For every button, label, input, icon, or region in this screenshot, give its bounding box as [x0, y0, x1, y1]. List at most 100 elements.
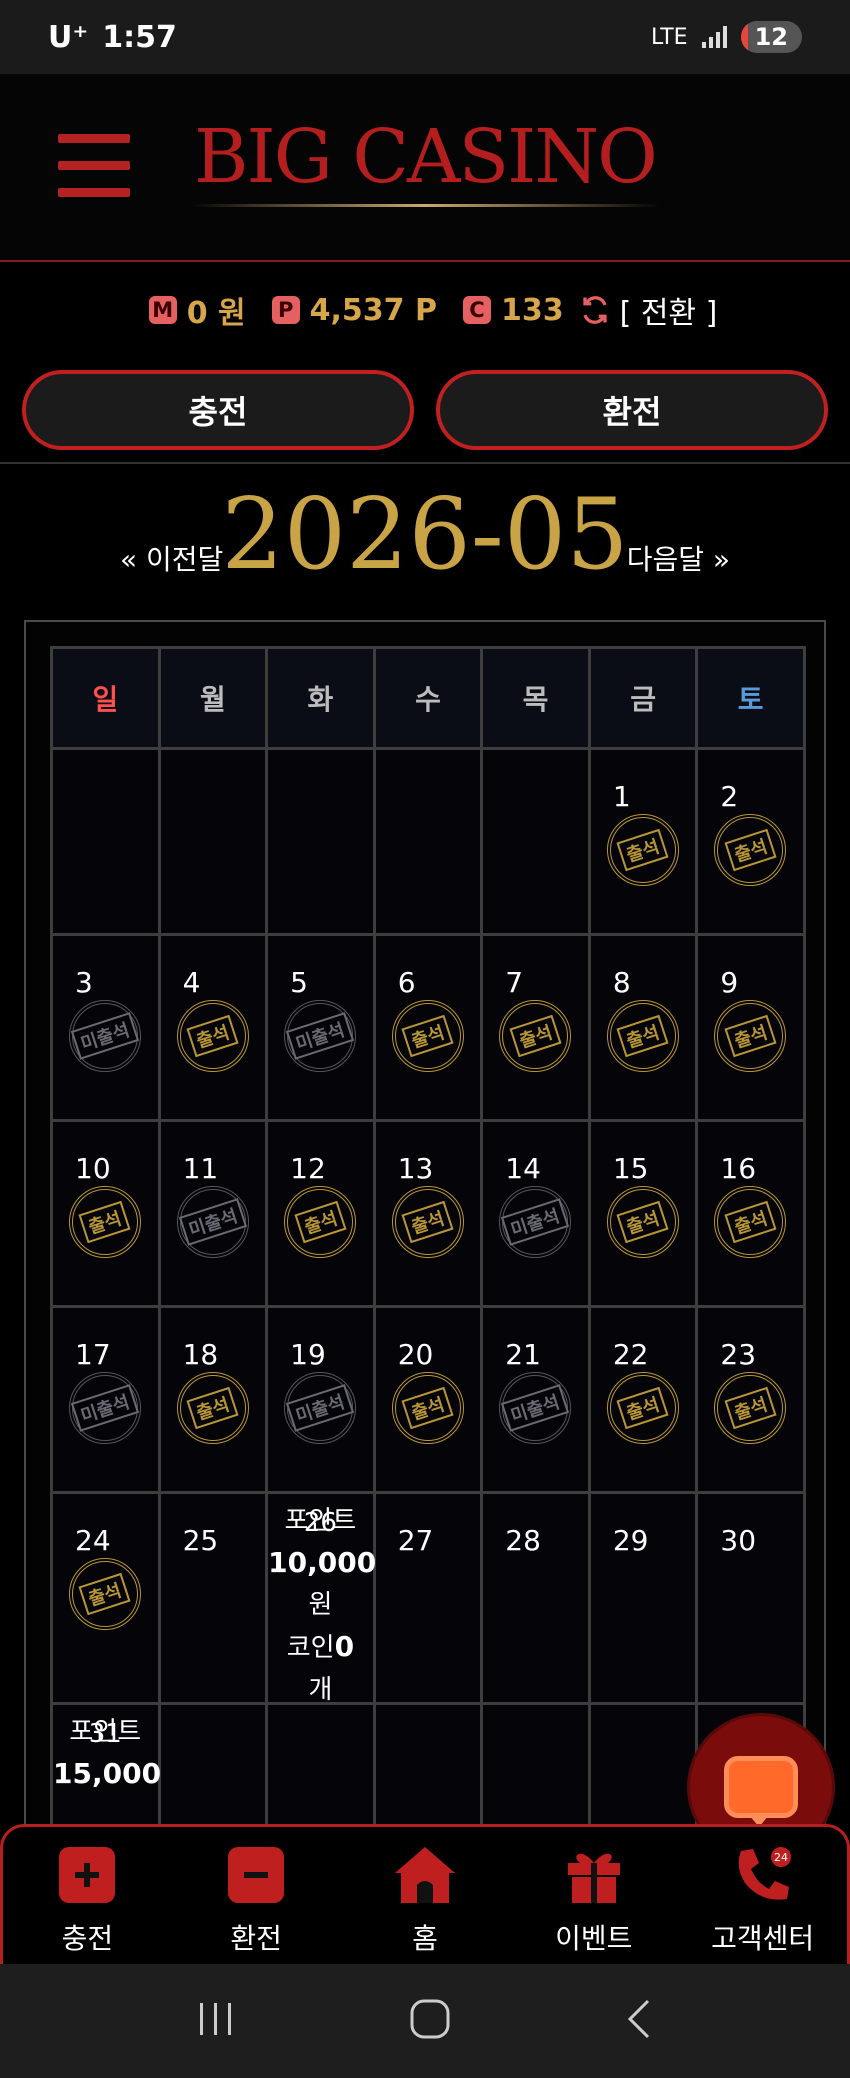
calendar-day-cell: 12 출석	[265, 1119, 376, 1308]
stamp-label: 미출석	[71, 1384, 139, 1432]
attendance-stamp-icon: 출석	[714, 814, 787, 886]
calendar-day-cell: 포인트 15,000 31	[50, 1702, 162, 1838]
stamp-label: 출석	[401, 1386, 454, 1430]
bottom-nav: 충전 환전 홈 이벤트 24 고객센터	[0, 1824, 850, 1964]
day-number: 1	[612, 780, 631, 813]
nav-exchange[interactable]: 환전	[172, 1827, 341, 1964]
status-bar: U⁺ 1:57 LTE 12	[0, 0, 850, 74]
calendar-day-cell: 16 출석	[695, 1119, 806, 1308]
exchange-button[interactable]: 환전	[436, 370, 828, 450]
stamp-label: 출석	[509, 1014, 562, 1058]
charge-button[interactable]: 충전	[22, 370, 414, 450]
day-number: 2	[720, 780, 739, 813]
action-buttons: 충전 환전	[22, 370, 828, 450]
stamp-label: 출석	[186, 1014, 239, 1058]
day-number: 3	[75, 966, 93, 999]
refresh-icon[interactable]	[580, 295, 610, 325]
calendar-week-row: 17 미출석 18 출석 19 미출석 20 출석 21 미출석 22 출석 23 출석	[50, 1305, 806, 1494]
nav-charge[interactable]: 충전	[3, 1827, 172, 1964]
day-number: 22	[612, 1338, 649, 1371]
nav-charge-label: 충전	[61, 1922, 114, 1955]
calendar-day-cell	[587, 1702, 699, 1838]
nav-event[interactable]: 이벤트	[509, 1827, 678, 1964]
nav-home-label: 홈	[412, 1922, 438, 1955]
money-icon: M	[148, 296, 177, 324]
calendar-table: 일 월 화 수 목 금 토 1 출석 2 출석 3 미출석 4 출석 5 미출석 6 출석 7 출석 8 출석…	[50, 646, 806, 1838]
stamp-label: 출석	[401, 1200, 454, 1244]
stamp-label: 출석	[724, 1014, 777, 1058]
coin-amount: 0	[334, 1630, 355, 1663]
stamp-label: 미출석	[286, 1012, 355, 1060]
calendar-day-cell: 18 출석	[157, 1305, 269, 1494]
day-number: 4	[182, 966, 201, 999]
day-number: 16	[720, 1152, 757, 1185]
weekday-sat: 토	[695, 646, 806, 750]
back-icon[interactable]	[624, 1998, 654, 2044]
day-number: 15	[612, 1152, 649, 1185]
reward-amount: 15,000	[53, 1757, 162, 1790]
gift-icon	[567, 1853, 620, 1903]
day-number: 14	[505, 1152, 541, 1185]
site-logo[interactable]: BIG CASINO	[190, 112, 660, 202]
calendar-day-cell: 13 출석	[372, 1119, 484, 1308]
attendance-stamp-icon: 출석	[714, 1186, 787, 1258]
nav-event-label: 이벤트	[555, 1922, 633, 1955]
minus-square-icon	[228, 1847, 285, 1903]
day-number: 18	[182, 1338, 219, 1371]
stamp-label: 출석	[724, 1386, 777, 1430]
weekday-fri: 금	[587, 646, 699, 750]
absent-stamp-icon: 미출석	[69, 1372, 141, 1444]
calendar-day-cell	[372, 747, 484, 936]
attendance-calendar: 일 월 화 수 목 금 토 1 출석 2 출석 3 미출석 4 출석 5 미출석 6 출석 7 출석 8 출석…	[24, 620, 826, 1840]
logo-underline	[190, 204, 660, 207]
nav-home[interactable]: 홈	[341, 1827, 510, 1964]
attendance-stamp-icon: 출석	[284, 1186, 357, 1258]
day-number: 25	[182, 1524, 219, 1557]
stamp-label: 출석	[616, 1200, 669, 1244]
nav-support[interactable]: 24 고객센터	[678, 1827, 847, 1964]
status-left: U⁺ 1:57	[48, 20, 177, 55]
app-header: BIG CASINO	[0, 74, 850, 262]
convert-link[interactable]: [ 전환 ]	[620, 288, 718, 332]
home-icon	[394, 1847, 455, 1903]
calendar-week-row: 24 출석 25 포인트 10,000 원 코인0 개 26 27 28 29 30	[50, 1491, 806, 1705]
absent-stamp-icon: 미출석	[499, 1372, 572, 1444]
point-icon: P	[271, 296, 300, 324]
next-month-link[interactable]: 다음달 »	[627, 538, 730, 578]
point-balance: 4,537 P	[309, 292, 437, 328]
day-number: 21	[505, 1338, 541, 1371]
menu-icon[interactable]	[58, 134, 130, 198]
weekday-header-row: 일 월 화 수 목 금 토	[50, 646, 806, 750]
attendance-stamp-icon: 출석	[176, 1372, 249, 1444]
coin-balance: 133	[500, 292, 564, 328]
calendar-day-cell	[157, 1702, 269, 1838]
svg-text:24: 24	[774, 1851, 788, 1864]
home-system-icon[interactable]	[409, 1998, 451, 2044]
network-type: LTE	[651, 24, 688, 50]
system-nav-bar	[0, 1964, 850, 2078]
attendance-stamp-icon: 출석	[176, 1000, 249, 1072]
attendance-stamp-icon: 출석	[391, 1186, 464, 1258]
day-number: 24	[75, 1524, 111, 1557]
attendance-stamp-icon: 출석	[606, 1186, 679, 1258]
calendar-day-cell: 11 미출석	[157, 1119, 269, 1308]
calendar-day-cell: 2 출석	[695, 747, 806, 936]
calendar-day-cell	[480, 1702, 591, 1838]
stamp-label: 미출석	[178, 1198, 247, 1246]
battery-level: 12	[754, 23, 788, 51]
money-balance: 0 원	[186, 296, 246, 331]
calendar-day-cell: 21 미출석	[480, 1305, 591, 1494]
recent-apps-icon[interactable]	[196, 2001, 236, 2041]
stamp-label: 미출석	[71, 1012, 139, 1060]
calendar-day-cell: 30	[695, 1491, 806, 1705]
day-number: 26	[303, 1508, 337, 1538]
calendar-day-cell: 15 출석	[587, 1119, 699, 1308]
stamp-label: 출석	[78, 1200, 132, 1244]
stamp-label: 미출석	[286, 1384, 355, 1432]
attendance-stamp-icon: 출석	[714, 1000, 787, 1072]
calendar-day-cell	[265, 747, 376, 936]
balance-row: M 0 원 P 4,537 P C 133 [ 전환 ]	[0, 288, 850, 332]
day-number: 11	[182, 1152, 219, 1185]
stamp-label: 미출석	[501, 1384, 570, 1432]
day-number: 28	[505, 1524, 541, 1557]
